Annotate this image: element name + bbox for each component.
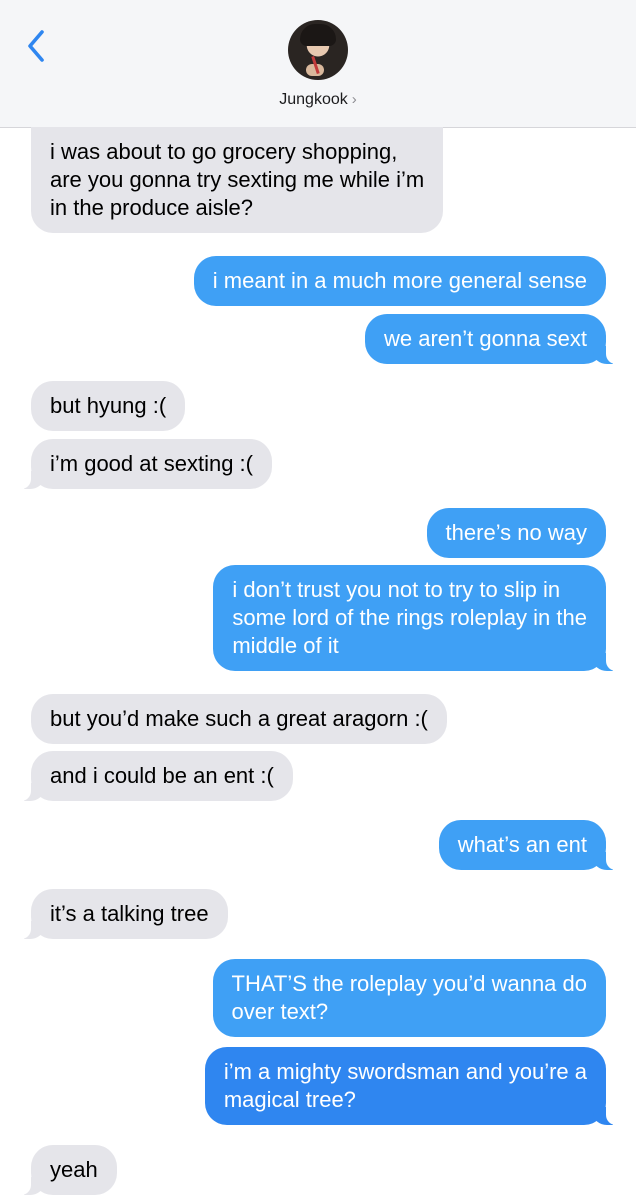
conversation-header: Jungkook › bbox=[0, 0, 636, 128]
message-bubble-outgoing[interactable]: i’m a mighty swordsman and you’re a magi… bbox=[204, 1047, 619, 1125]
message-bubble-outgoing[interactable]: there’s no way bbox=[426, 508, 606, 558]
message-bubble-incoming[interactable]: i’m good at sexting :( bbox=[19, 439, 272, 489]
message-text: THAT’S the roleplay you’d wanna do over … bbox=[231, 971, 587, 1024]
message-bubble-incoming[interactable]: yeah bbox=[19, 1145, 117, 1195]
message-bubble-outgoing[interactable]: we aren’t gonna sext bbox=[364, 314, 619, 364]
chevron-right-icon: › bbox=[351, 91, 357, 108]
message-text: there’s no way bbox=[445, 520, 587, 545]
message-text: i don’t trust you not to try to slip in … bbox=[232, 577, 587, 658]
message-text: i’m a mighty swordsman and you’re a magi… bbox=[223, 1059, 587, 1112]
message-text: what’s an ent bbox=[457, 832, 587, 857]
message-bubble-incoming[interactable]: i was about to go grocery shopping, are … bbox=[31, 127, 444, 233]
message-bubble-incoming[interactable]: but hyung :( bbox=[31, 381, 186, 431]
message-bubble-outgoing[interactable]: what’s an ent bbox=[438, 820, 619, 870]
message-bubble-incoming[interactable]: and i could be an ent :( bbox=[19, 751, 293, 801]
contact-name-button[interactable]: Jungkook › bbox=[0, 91, 636, 109]
message-bubble-outgoing[interactable]: i don’t trust you not to try to slip in … bbox=[213, 565, 618, 671]
message-text: i was about to go grocery shopping, are … bbox=[50, 139, 425, 220]
message-text: but hyung :( bbox=[50, 393, 167, 418]
message-text: yeah bbox=[50, 1157, 98, 1182]
message-text: i meant in a much more general sense bbox=[212, 268, 587, 293]
message-bubble-incoming[interactable]: but you’d make such a great aragorn :( bbox=[31, 694, 447, 744]
message-text: but you’d make such a great aragorn :( bbox=[50, 706, 428, 731]
chevron-left-icon[interactable] bbox=[22, 26, 52, 66]
message-bubble-outgoing[interactable]: i meant in a much more general sense bbox=[193, 256, 606, 306]
message-bubble-incoming[interactable]: it’s a talking tree bbox=[19, 889, 228, 939]
message-text: and i could be an ent :( bbox=[50, 763, 274, 788]
message-bubble-outgoing[interactable]: THAT’S the roleplay you’d wanna do over … bbox=[212, 959, 606, 1037]
avatar[interactable] bbox=[288, 20, 348, 80]
message-text: we aren’t gonna sext bbox=[383, 326, 587, 351]
contact-name: Jungkook bbox=[279, 91, 348, 108]
message-text: i’m good at sexting :( bbox=[50, 451, 253, 476]
message-text: it’s a talking tree bbox=[50, 901, 209, 926]
